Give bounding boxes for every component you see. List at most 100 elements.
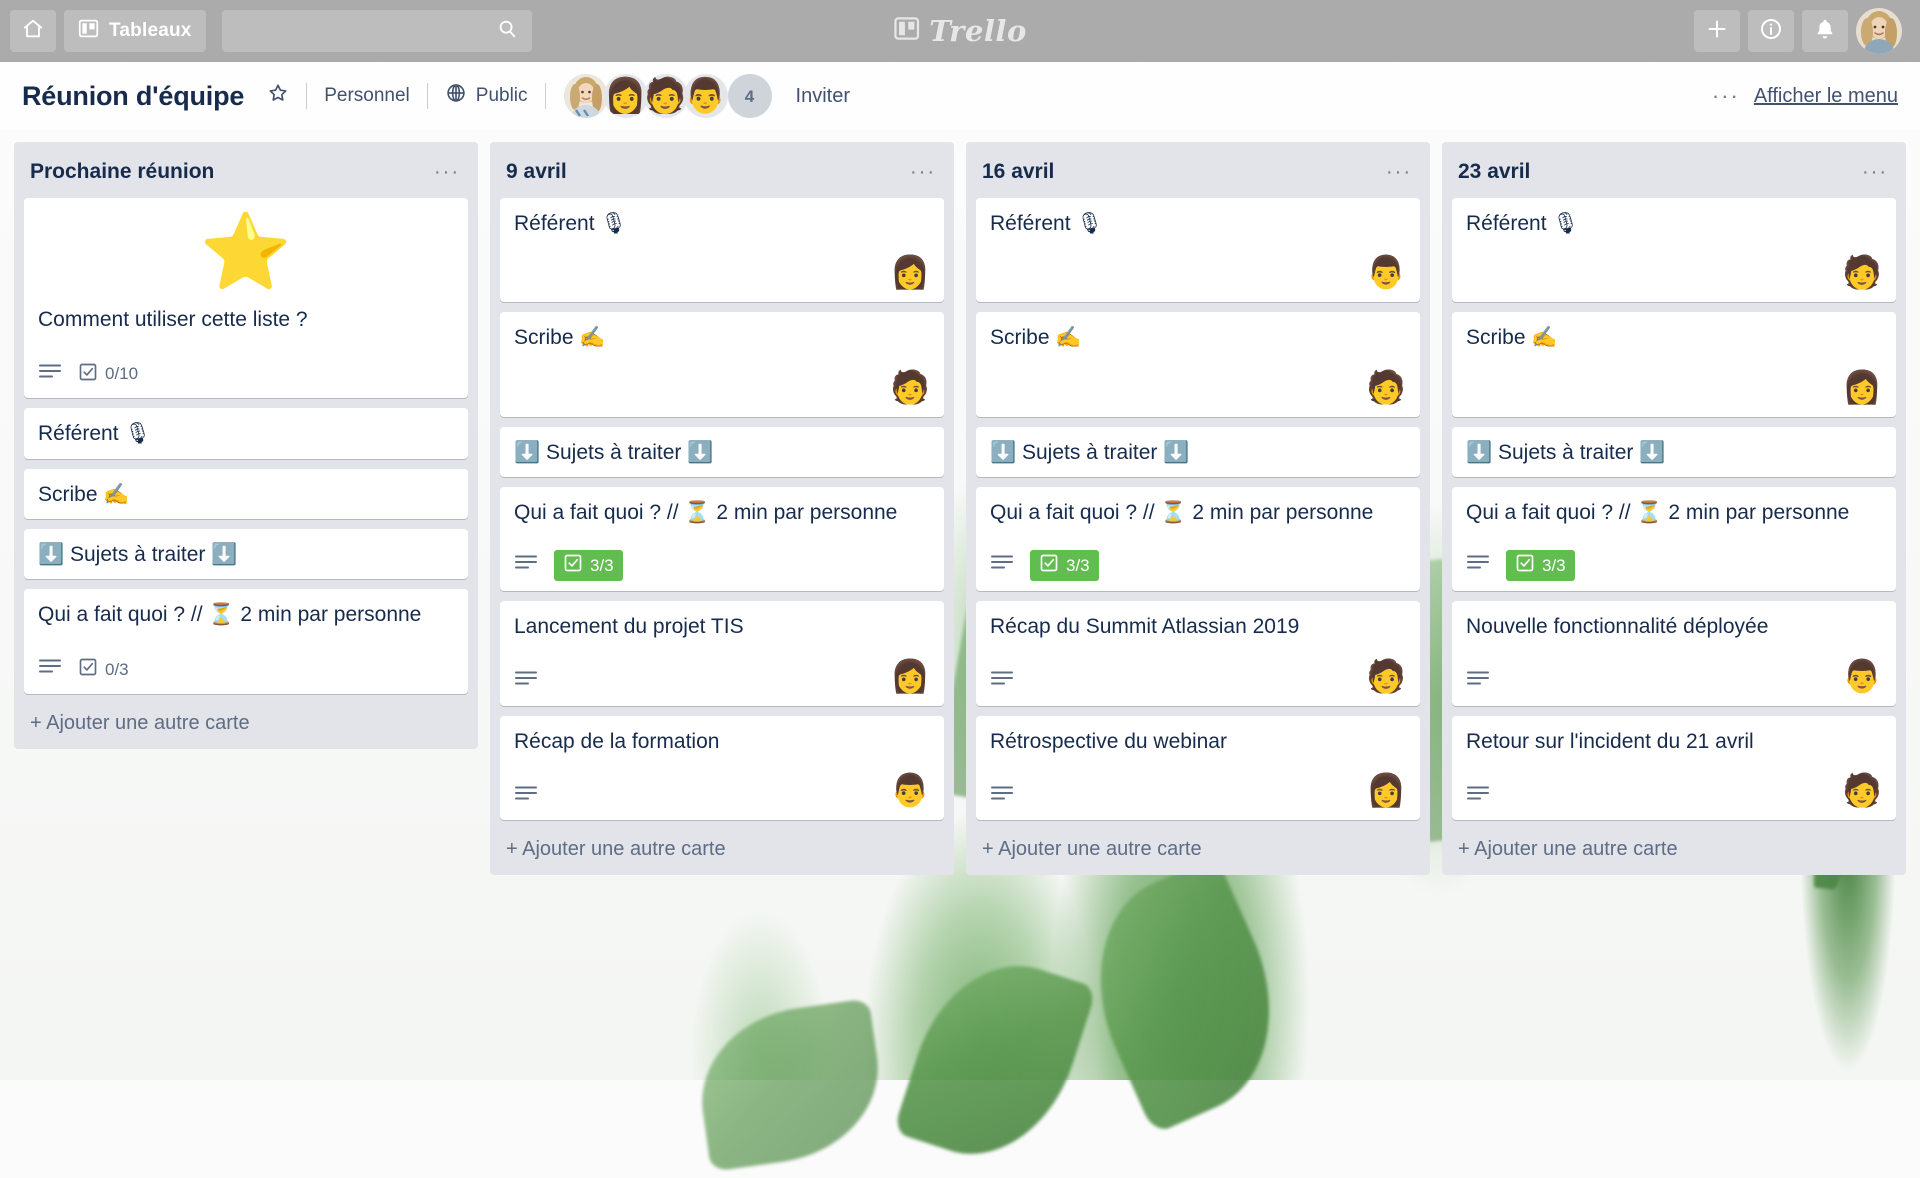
search-input[interactable] <box>236 21 496 41</box>
star-board-button[interactable] <box>254 77 302 115</box>
boards-button[interactable]: Tableaux <box>64 10 206 52</box>
add-card-button[interactable]: + Ajouter une autre carte <box>490 824 954 871</box>
card-footer: 3/3 <box>1466 535 1882 581</box>
card[interactable]: Rétrospective du webinar 👩 <box>976 716 1420 820</box>
search-icon <box>496 18 518 45</box>
card-member-avatar[interactable]: 🧑 <box>1366 367 1406 407</box>
checklist-count: 3/3 <box>1542 556 1566 576</box>
card[interactable]: Qui a fait quoi ? // ⏳ 2 min par personn… <box>24 589 468 693</box>
board-member-avatar[interactable]: 👩 <box>604 74 648 118</box>
card-member-avatar[interactable]: 🧑 <box>1842 252 1882 292</box>
board-more-options-icon[interactable]: ··· <box>1712 83 1740 109</box>
card[interactable]: Scribe ✍🧑 <box>500 312 944 416</box>
card-title: Récap du Summit Atlassian 2019 <box>990 613 1406 641</box>
card-member-avatar[interactable]: 🧑 <box>1842 770 1882 810</box>
card[interactable]: Référent 🎙🧑 <box>1452 198 1896 302</box>
board-list: 9 avril ···Référent 🎙👩Scribe ✍🧑⬇️ Sujets… <box>490 142 954 875</box>
trello-brand[interactable]: Trello <box>893 14 1027 48</box>
card-member-avatar[interactable]: 👩 <box>890 656 930 696</box>
list-header: 9 avril ··· <box>490 148 954 198</box>
board-list: 23 avril ··· Référent 🎙🧑Scribe ✍👩 ⬇️ Sujet… <box>1442 142 1906 875</box>
card-member-avatar[interactable]: 🧑 <box>1366 656 1406 696</box>
card[interactable]: Référent 🎙👩 <box>500 198 944 302</box>
card-members: 🧑 <box>1842 770 1882 810</box>
board-members-overflow-count[interactable]: 4 <box>728 74 772 118</box>
card-member-avatar[interactable]: 🧑 <box>890 367 930 407</box>
add-card-button[interactable]: + Ajouter une autre carte <box>966 824 1430 871</box>
add-card-button[interactable]: + Ajouter une autre carte <box>1442 824 1906 871</box>
card-footer: 🧑 <box>990 650 1406 696</box>
description-icon <box>38 363 62 386</box>
card[interactable]: Référent 🎙 <box>24 408 468 458</box>
list-more-options-icon[interactable]: ··· <box>430 161 464 184</box>
card[interactable]: Qui a fait quoi ? // ⏳ 2 min par personn… <box>976 487 1420 591</box>
list-title[interactable]: 9 avril <box>506 160 906 184</box>
header-divider <box>427 83 428 109</box>
card[interactable]: Récap de la formation 👨 <box>500 716 944 820</box>
visibility-personal-button[interactable]: Personnel <box>311 77 423 115</box>
card[interactable]: Retour sur l'incident du 21 avril 🧑 <box>1452 716 1896 820</box>
card[interactable]: Qui a fait quoi ? // ⏳ 2 min par personn… <box>500 487 944 591</box>
add-button[interactable] <box>1694 10 1740 52</box>
card-member-avatar[interactable]: 👩 <box>890 252 930 292</box>
description-icon <box>514 670 538 693</box>
board-title[interactable]: Réunion d'équipe <box>22 81 254 112</box>
invite-button[interactable]: Inviter <box>790 85 856 108</box>
list-title[interactable]: 23 avril <box>1458 160 1858 184</box>
card[interactable]: Lancement du projet TIS 👩 <box>500 601 944 705</box>
card-badges <box>990 782 1014 810</box>
card-members: 👩 <box>1842 367 1882 407</box>
card[interactable]: ⬇️ Sujets à traiter ⬇️ <box>24 529 468 579</box>
show-menu-button[interactable]: Afficher le menu <box>1754 85 1898 108</box>
card[interactable]: ⬇️ Sujets à traiter ⬇️ <box>1452 427 1896 477</box>
board-member-avatar[interactable] <box>564 74 608 118</box>
card[interactable]: Référent 🎙👨 <box>976 198 1420 302</box>
checklist-icon <box>78 657 98 682</box>
checklist-count: 0/10 <box>105 364 138 384</box>
list-cards: ⭐ Comment utiliser cette liste ? 0/10 Ré… <box>14 198 478 694</box>
header-divider <box>306 83 307 109</box>
list-more-options-icon[interactable]: ··· <box>1858 161 1892 184</box>
board-member-avatar[interactable]: 👨 <box>684 74 728 118</box>
star-outline-icon <box>267 82 289 110</box>
visibility-public-button[interactable]: Public <box>432 77 541 115</box>
card-members: 🧑 <box>890 367 930 407</box>
list-cards: Référent 🎙👩Scribe ✍🧑 ⬇️ Sujets à traiter … <box>490 198 954 820</box>
card[interactable]: ⬇️ Sujets à traiter ⬇️ <box>976 427 1420 477</box>
information-button[interactable] <box>1748 10 1794 52</box>
card[interactable]: Scribe ✍ <box>24 469 468 519</box>
description-icon <box>990 554 1014 577</box>
card[interactable]: Récap du Summit Atlassian 2019 🧑 <box>976 601 1420 705</box>
list-title[interactable]: 16 avril <box>982 160 1382 184</box>
card[interactable]: ⬇️ Sujets à traiter ⬇️ <box>500 427 944 477</box>
description-icon <box>38 658 62 681</box>
list-more-options-icon[interactable]: ··· <box>1382 161 1416 184</box>
card-member-avatar[interactable]: 👩 <box>1842 367 1882 407</box>
card-footer: 3/3 <box>514 535 930 581</box>
card-member-avatar[interactable]: 👨 <box>1842 656 1882 696</box>
card-member-avatar[interactable]: 👨 <box>890 770 930 810</box>
list-title[interactable]: Prochaine réunion <box>30 160 430 184</box>
checklist-badge: 3/3 <box>1506 550 1575 581</box>
search-box[interactable] <box>222 10 532 52</box>
card-member-avatar[interactable]: 👩 <box>1366 770 1406 810</box>
notifications-button[interactable] <box>1802 10 1848 52</box>
card[interactable]: Qui a fait quoi ? // ⏳ 2 min par personn… <box>1452 487 1896 591</box>
board-member-avatar[interactable]: 🧑 <box>644 74 688 118</box>
checklist-icon <box>78 362 98 387</box>
card-title: Qui a fait quoi ? // ⏳ 2 min par personn… <box>990 499 1406 527</box>
card-members: 🧑 <box>1366 656 1406 696</box>
card-member-avatar[interactable]: 👨 <box>1366 252 1406 292</box>
card[interactable]: ⭐ Comment utiliser cette liste ? 0/10 <box>24 198 468 398</box>
card[interactable]: Scribe ✍🧑 <box>976 312 1420 416</box>
card-members: 👨 <box>890 770 930 810</box>
card[interactable]: Nouvelle fonctionnalité déployée 👨 <box>1452 601 1896 705</box>
add-card-button[interactable]: + Ajouter une autre carte <box>14 698 478 745</box>
card-members: 👩 <box>890 252 930 292</box>
list-more-options-icon[interactable]: ··· <box>906 161 940 184</box>
card[interactable]: Scribe ✍👩 <box>1452 312 1896 416</box>
card-footer: 👩 <box>1466 361 1882 407</box>
user-avatar[interactable] <box>1856 8 1902 54</box>
home-button[interactable] <box>10 10 56 52</box>
card-footer: 0/3 <box>38 638 454 684</box>
